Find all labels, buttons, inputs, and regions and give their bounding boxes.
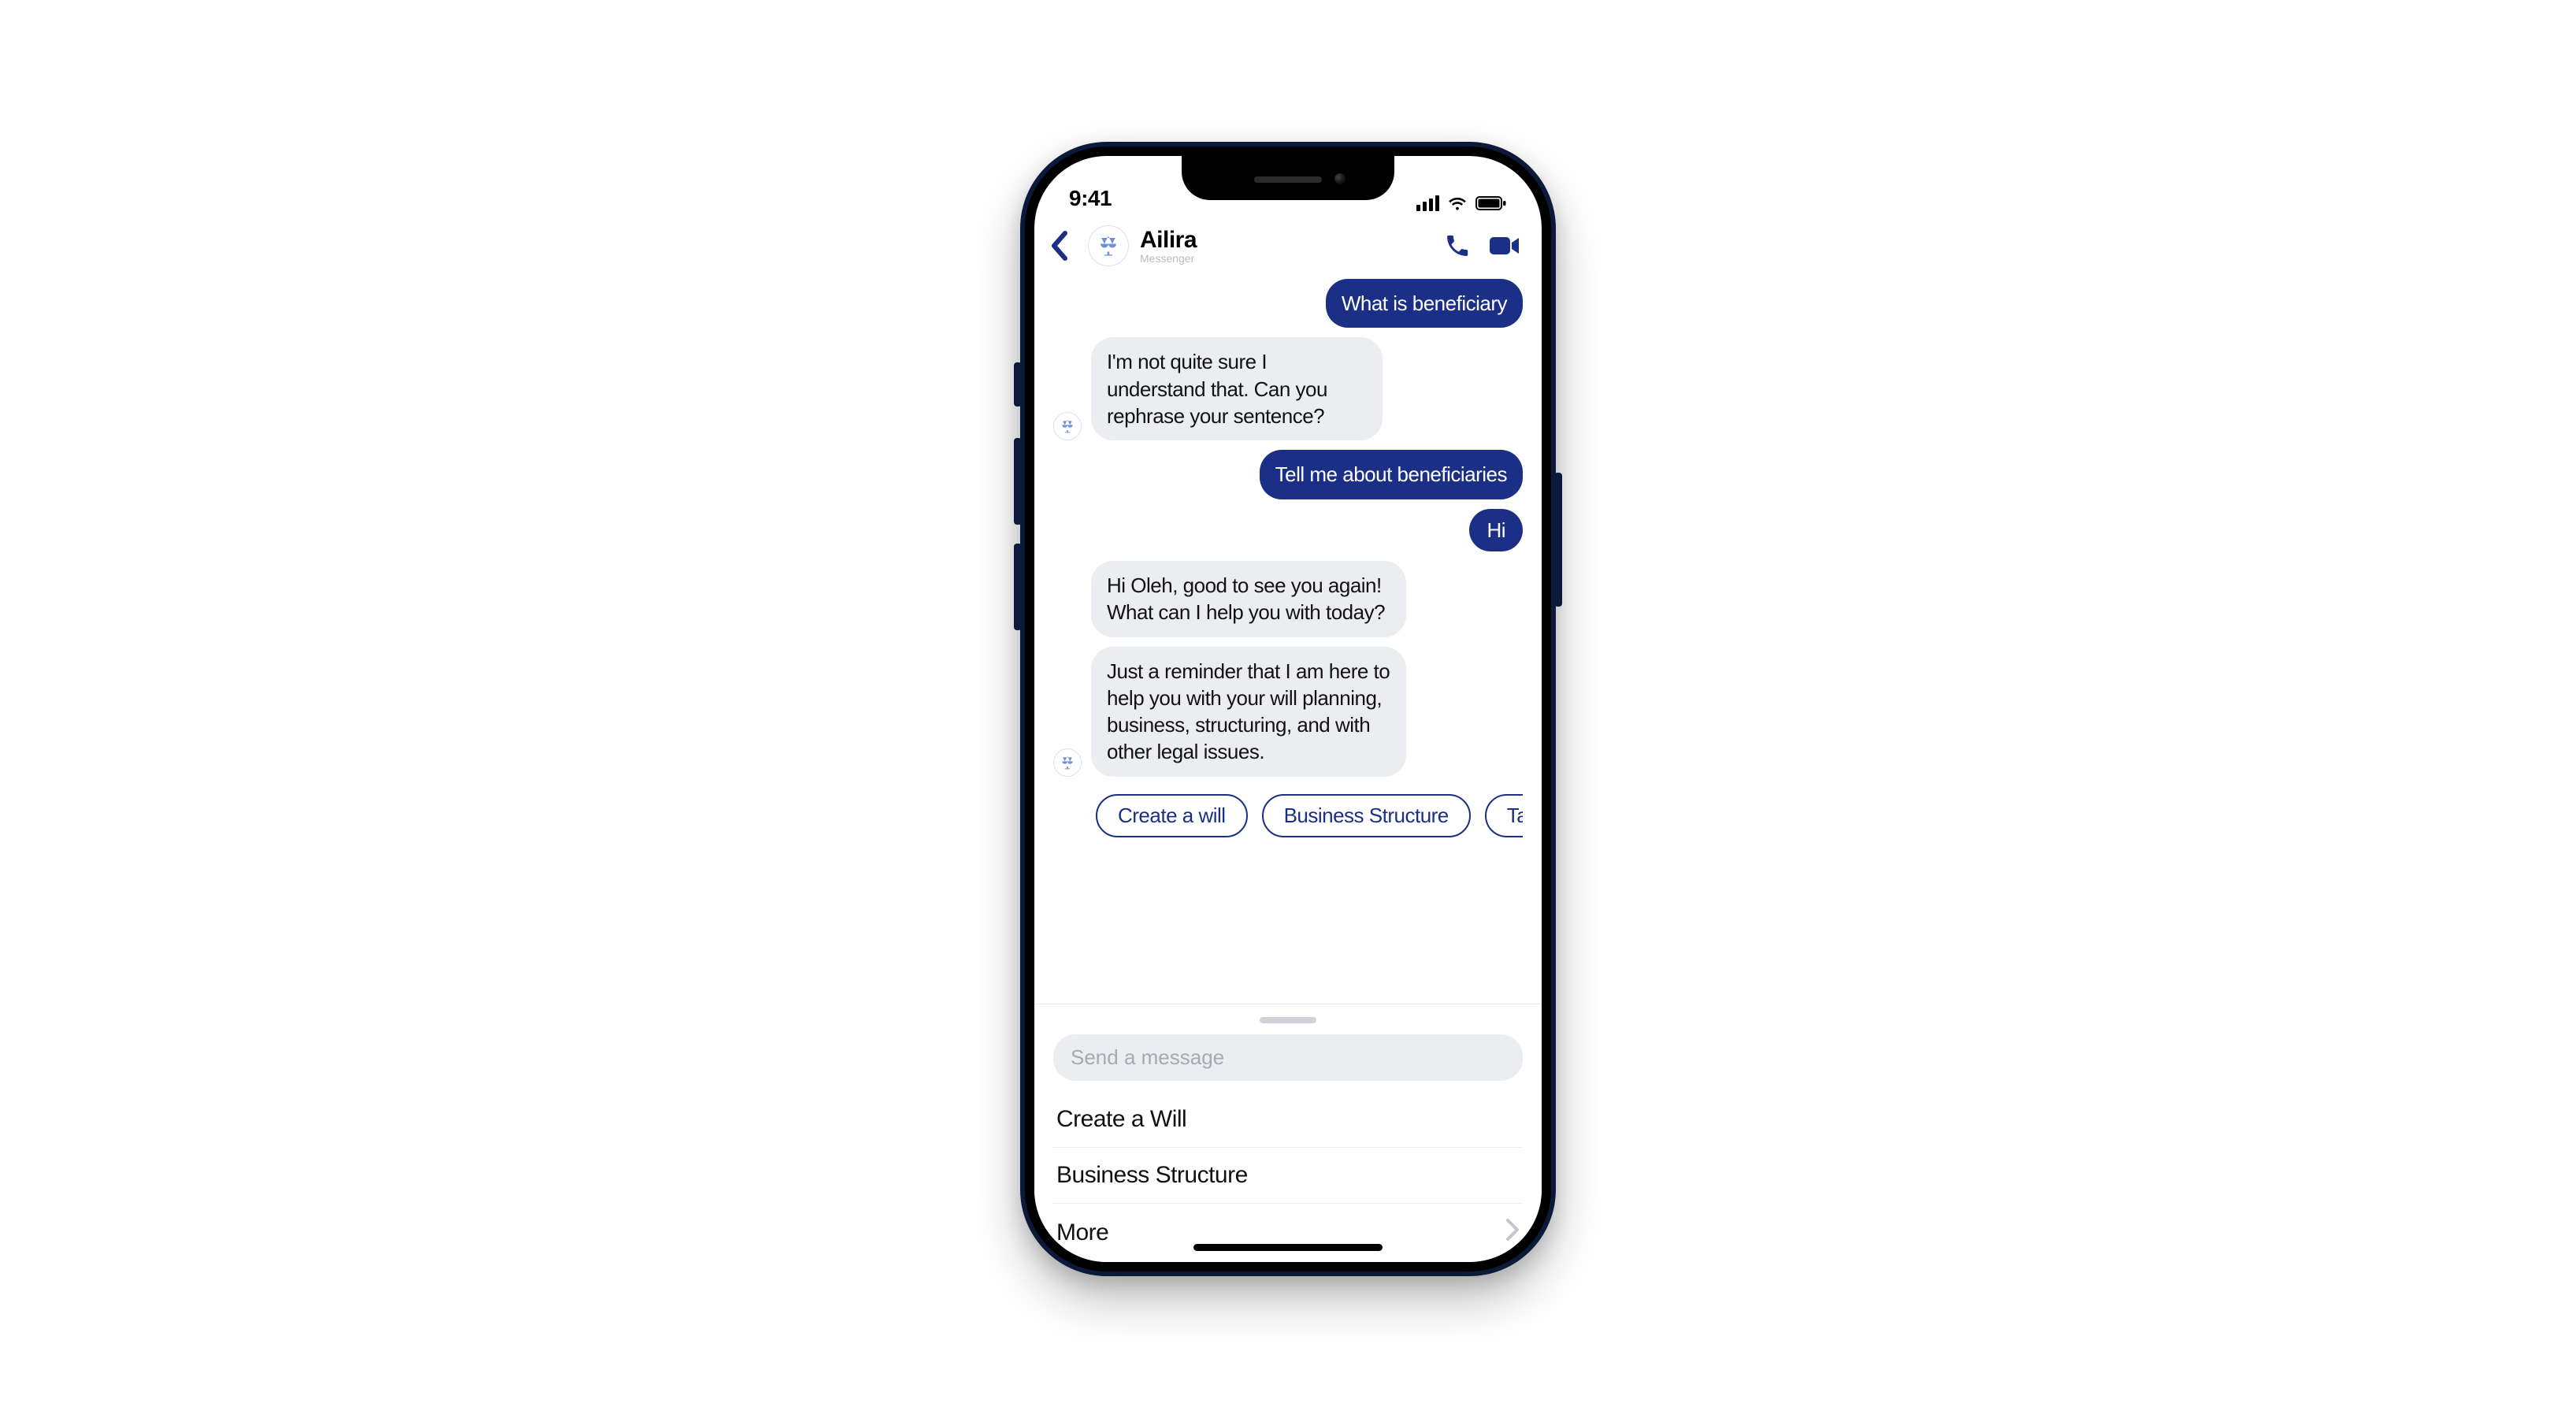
drawer-grabber[interactable]: [1260, 1017, 1316, 1023]
notch: [1182, 156, 1394, 200]
drawer-item-label: Business Structure: [1056, 1162, 1248, 1189]
back-button[interactable]: [1042, 228, 1077, 263]
scales-icon: [1060, 755, 1075, 770]
drawer-item-label: More: [1056, 1219, 1108, 1246]
message-incoming: Just a reminder that I am here to help y…: [1091, 647, 1406, 777]
home-indicator[interactable]: [1193, 1244, 1383, 1251]
scales-icon: [1060, 418, 1075, 434]
status-time: 9:41: [1069, 186, 1112, 211]
message-outgoing: Hi: [1469, 509, 1523, 551]
chat-subtitle: Messenger: [1140, 252, 1197, 265]
chat-header: Ailira Messenger: [1034, 217, 1542, 279]
phone-icon: [1444, 232, 1471, 259]
quick-reply-create-will[interactable]: Create a will: [1096, 794, 1248, 837]
volume-up-button: [1014, 438, 1022, 525]
chevron-left-icon: [1049, 230, 1070, 262]
chat-avatar[interactable]: [1088, 225, 1129, 266]
battery-icon: [1475, 195, 1507, 211]
drawer-item-business-structure[interactable]: Business Structure: [1053, 1148, 1523, 1204]
message-incoming: Hi Oleh, good to see you again! What can…: [1091, 561, 1406, 637]
screen: 9:41: [1034, 156, 1542, 1262]
power-button: [1554, 473, 1562, 607]
bot-avatar: [1053, 412, 1082, 440]
quick-reply-business-structure[interactable]: Business Structure: [1262, 794, 1471, 837]
quick-reply-row[interactable]: Create a will Business Structure Talk to: [1053, 786, 1523, 844]
composer-drawer: Create a Will Business Structure More: [1034, 1004, 1542, 1262]
message-input[interactable]: [1053, 1034, 1523, 1081]
drawer-item-label: Create a Will: [1056, 1106, 1186, 1133]
scales-icon: [1097, 234, 1120, 258]
quick-reply-talk-to[interactable]: Talk to: [1485, 794, 1523, 837]
mute-switch: [1014, 362, 1022, 406]
wifi-icon: [1447, 195, 1468, 211]
speaker-grille: [1254, 176, 1322, 183]
audio-call-button[interactable]: [1439, 228, 1475, 264]
volume-down-button: [1014, 544, 1022, 630]
message-outgoing: Tell me about beneficiaries: [1260, 450, 1523, 499]
phone-frame: 9:41: [1020, 142, 1556, 1276]
message-outgoing: What is beneficiary: [1326, 279, 1523, 328]
chevron-right-icon: [1505, 1218, 1520, 1248]
chat-title: Ailira: [1140, 227, 1197, 254]
message-list[interactable]: What is beneficiary I'm not quite sure I…: [1034, 279, 1542, 1004]
video-call-button[interactable]: [1487, 228, 1523, 264]
drawer-item-more[interactable]: More: [1053, 1204, 1523, 1262]
bot-avatar: [1053, 748, 1082, 777]
message-incoming: I'm not quite sure I understand that. Ca…: [1091, 337, 1383, 440]
drawer-item-create-will[interactable]: Create a Will: [1053, 1092, 1523, 1148]
video-icon: [1489, 235, 1520, 257]
cellular-signal-icon: [1416, 195, 1439, 211]
front-camera: [1334, 173, 1346, 184]
